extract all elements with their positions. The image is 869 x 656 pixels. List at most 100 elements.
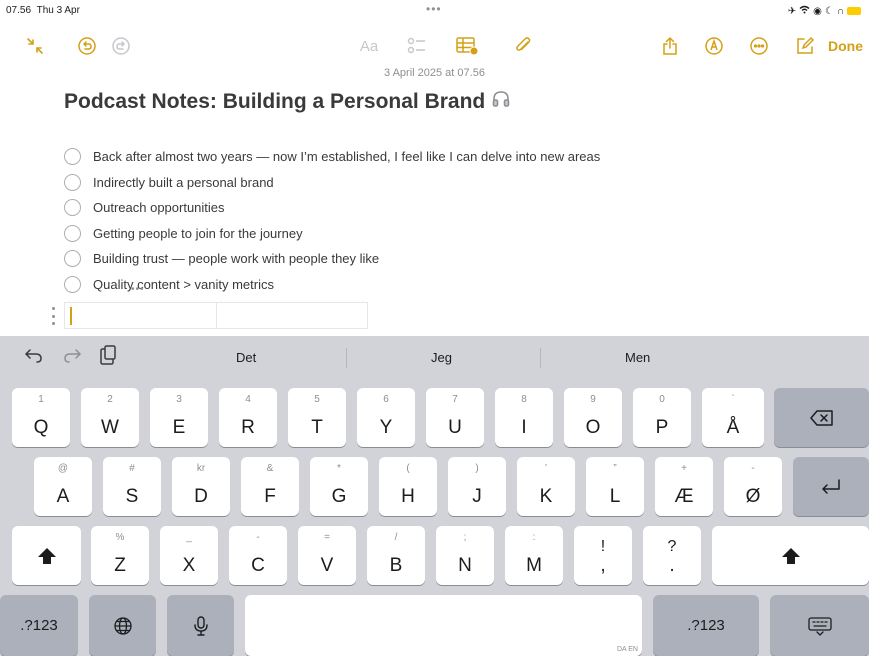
- keyboard-undo-icon[interactable]: [24, 346, 44, 369]
- key-ae[interactable]: + Æ: [655, 457, 713, 516]
- key-s[interactable]: # S: [103, 457, 161, 516]
- dictation-key[interactable]: [167, 595, 234, 656]
- status-time: 07.56 Thu 3 Apr: [6, 5, 80, 16]
- checkbox-circle-icon[interactable]: [64, 173, 81, 191]
- more-icon[interactable]: [746, 28, 772, 64]
- keyboard-redo-icon[interactable]: [62, 346, 82, 369]
- key-r[interactable]: 4R: [219, 388, 277, 447]
- key-m[interactable]: :M: [505, 526, 563, 585]
- checklist-item-text[interactable]: Back after almost two years — now I’m es…: [93, 149, 600, 164]
- location-icon: ◉: [813, 5, 822, 17]
- checkbox-circle-icon[interactable]: [64, 224, 81, 242]
- key-v[interactable]: = V: [298, 526, 356, 585]
- shift-key-left[interactable]: [12, 526, 81, 585]
- key-j[interactable]: ) J: [448, 457, 506, 516]
- key-u[interactable]: 7U: [426, 388, 484, 447]
- headphones-status-icon: ∩: [836, 5, 844, 17]
- paperclip-icon[interactable]: [510, 28, 536, 64]
- microphone-icon: [167, 595, 234, 656]
- table-cell[interactable]: [65, 303, 217, 328]
- compose-icon[interactable]: [792, 28, 818, 64]
- multitasking-dots[interactable]: •••: [426, 2, 442, 16]
- key-e[interactable]: 3E: [150, 388, 208, 447]
- text-caret: [70, 307, 72, 325]
- key-oe[interactable]: -Ø: [724, 457, 782, 516]
- key-aa[interactable]: ` Å: [702, 388, 764, 447]
- numbers-key-right[interactable]: .?123: [653, 595, 759, 656]
- checklist-item-text[interactable]: Getting people to join for the journey: [93, 226, 303, 241]
- markup-icon[interactable]: [701, 28, 727, 64]
- checklist-item-text[interactable]: Quality content > vanity metrics: [93, 277, 274, 292]
- checklist-icon[interactable]: [404, 28, 430, 64]
- key-comma[interactable]: !,: [574, 526, 632, 585]
- checkbox-circle-icon[interactable]: [64, 199, 81, 217]
- checklist-item-text[interactable]: Indirectly built a personal brand: [93, 175, 274, 190]
- share-icon[interactable]: [657, 28, 683, 64]
- undo-icon[interactable]: [74, 28, 100, 64]
- key-i[interactable]: 8I: [495, 388, 553, 447]
- note-title-text: Podcast Notes: Building a Personal Brand: [64, 90, 486, 113]
- globe-key[interactable]: [89, 595, 156, 656]
- checklist-item-text[interactable]: Building trust — people work with people…: [93, 251, 379, 266]
- checkbox-circle-icon[interactable]: [64, 148, 81, 166]
- checklist-item: Building trust — people work with people…: [64, 246, 600, 272]
- key-p[interactable]: 0P: [633, 388, 691, 447]
- note-title[interactable]: Podcast Notes: Building a Personal Brand: [64, 89, 511, 115]
- status-icons: ✈ ◉ ☾ ∩: [788, 5, 861, 17]
- checklist: Back after almost two years — now I’m es…: [64, 144, 600, 297]
- shift-icon: [712, 526, 869, 585]
- checkbox-circle-icon[interactable]: [64, 250, 81, 268]
- status-bar: 07.56 Thu 3 Apr ••• ✈ ◉ ☾ ∩: [0, 0, 869, 22]
- checklist-item: Getting people to join for the journey: [64, 221, 600, 247]
- collapse-icon[interactable]: [22, 28, 48, 64]
- numbers-key-left[interactable]: .?123: [0, 595, 78, 656]
- backspace-key[interactable]: [774, 388, 869, 447]
- key-x[interactable]: _ X: [160, 526, 218, 585]
- key-period[interactable]: ?.: [643, 526, 701, 585]
- key-f[interactable]: & F: [241, 457, 299, 516]
- checkbox-circle-icon[interactable]: [64, 275, 81, 293]
- done-button[interactable]: Done: [828, 28, 863, 64]
- key-k[interactable]: ’ K: [517, 457, 575, 516]
- format-button[interactable]: Aa: [356, 28, 382, 64]
- hide-keyboard-key[interactable]: [770, 595, 869, 656]
- key-d[interactable]: kr D: [172, 457, 230, 516]
- return-key[interactable]: [793, 457, 869, 516]
- clipboard-icon[interactable]: [98, 344, 118, 371]
- redo-icon[interactable]: [108, 28, 134, 64]
- key-h[interactable]: (H: [379, 457, 437, 516]
- checklist-item: Indirectly built a personal brand: [64, 170, 600, 196]
- checklist-item: Back after almost two years — now I’m es…: [64, 144, 600, 170]
- note-table[interactable]: [64, 302, 368, 329]
- key-c[interactable]: -C: [229, 526, 287, 585]
- key-t[interactable]: 5T: [288, 388, 346, 447]
- shift-icon: [12, 526, 81, 585]
- return-icon: [793, 457, 869, 516]
- key-q[interactable]: 1Q: [12, 388, 70, 447]
- note-date: 3 April 2025 at 07.56: [384, 67, 485, 79]
- checklist-item-text[interactable]: Outreach opportunities: [93, 200, 225, 215]
- key-b[interactable]: / B: [367, 526, 425, 585]
- checklist-item: Outreach opportunities: [64, 195, 600, 221]
- suggestion-2[interactable]: Jeg: [431, 350, 452, 365]
- keyboard: Det Jeg Men 1Q 2W 3E 4R 5T 6Y 7U 8I 9O 0…: [0, 336, 869, 656]
- suggestion-3[interactable]: Men: [625, 350, 650, 365]
- key-n[interactable]: ; N: [436, 526, 494, 585]
- key-l[interactable]: ” L: [586, 457, 644, 516]
- note-toolbar: Aa Done: [0, 28, 869, 64]
- table-icon[interactable]: [452, 28, 482, 64]
- key-o[interactable]: 9O: [564, 388, 622, 447]
- shift-key-right[interactable]: [712, 526, 869, 585]
- key-a[interactable]: @ A: [34, 457, 92, 516]
- table-cell[interactable]: [217, 303, 368, 328]
- suggestion-1[interactable]: Det: [236, 350, 256, 365]
- key-y[interactable]: 6Y: [357, 388, 415, 447]
- table-row-handle[interactable]: [52, 307, 56, 325]
- key-g[interactable]: * G: [310, 457, 368, 516]
- table-column-handle[interactable]: •••: [131, 284, 145, 295]
- space-bar[interactable]: DA EN: [245, 595, 642, 656]
- key-w[interactable]: 2W: [81, 388, 139, 447]
- moon-icon: ☾: [824, 5, 834, 17]
- key-z[interactable]: % Z: [91, 526, 149, 585]
- globe-icon: [89, 595, 156, 656]
